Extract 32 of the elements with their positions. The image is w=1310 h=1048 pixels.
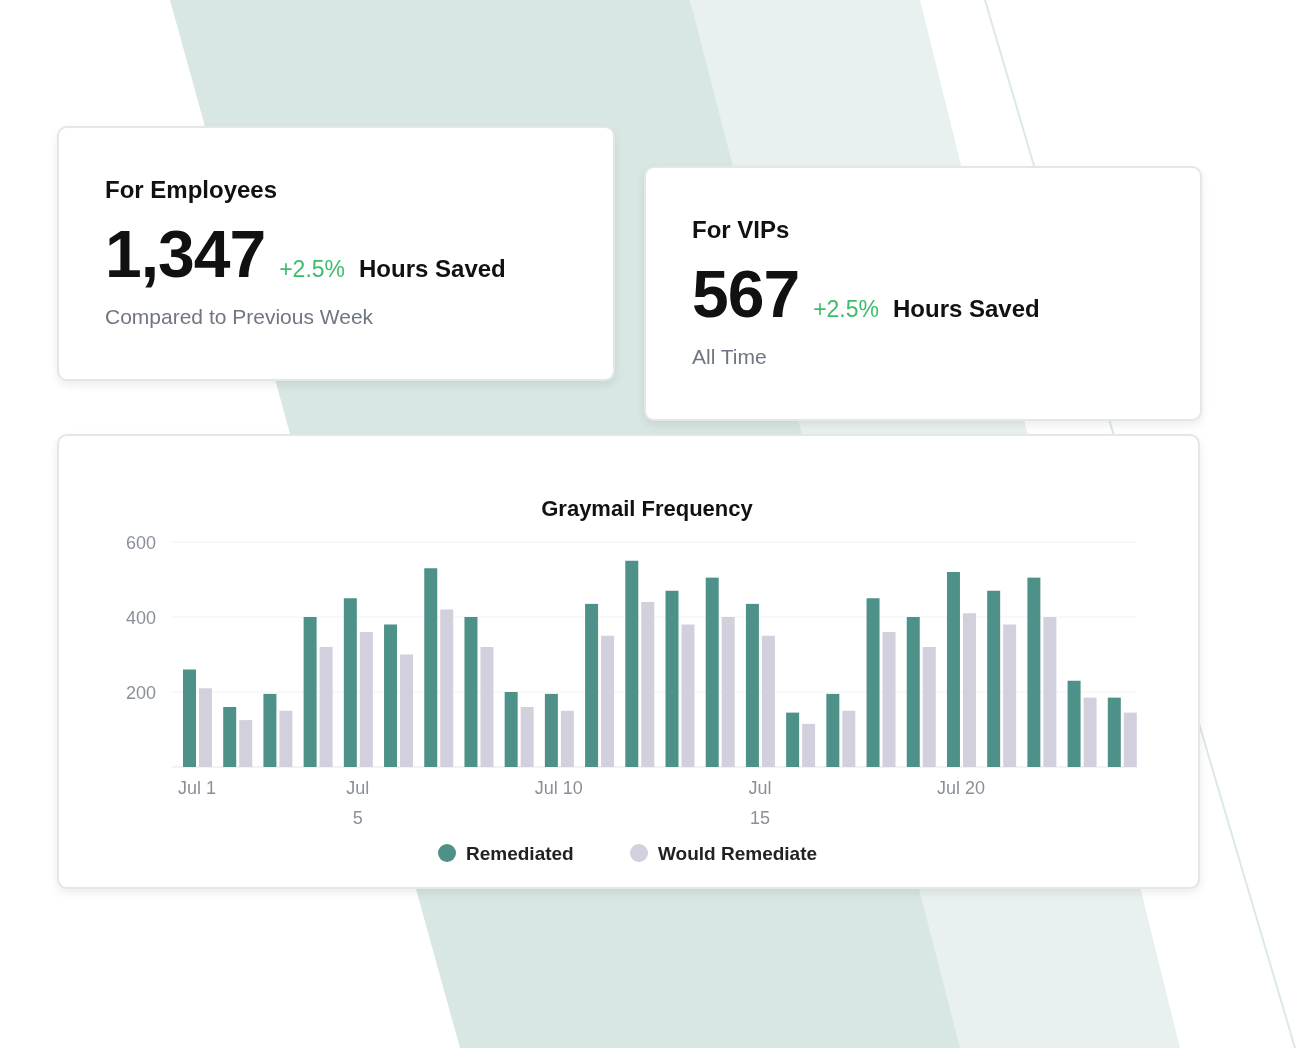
x-tick-label: Jul 1 <box>178 778 216 798</box>
unit-label: Hours Saved <box>893 293 1040 324</box>
bar <box>279 710 293 767</box>
bar <box>1107 697 1121 767</box>
card-title: For Employees <box>105 176 279 205</box>
y-tick-label: 600 <box>125 533 156 553</box>
stat-value: 1,347 <box>105 220 266 287</box>
bar <box>786 712 800 767</box>
card-title: For VIPs <box>692 216 791 245</box>
chart-title: Graymail Frequency <box>541 496 753 521</box>
change-percent: +2.5% <box>813 294 879 324</box>
legend-label: Remediated <box>466 843 574 864</box>
bar <box>560 710 574 767</box>
bar <box>802 723 816 767</box>
x-tick-label: Jul 10 <box>534 778 583 798</box>
unit-label: Hours Saved <box>359 253 506 284</box>
bar <box>223 707 237 767</box>
change-percent: +2.5% <box>279 254 346 284</box>
x-tick-label: Jul 20 <box>936 778 985 798</box>
legend-label: Would Remediate <box>658 843 818 864</box>
bar <box>239 720 253 767</box>
bar <box>842 710 856 767</box>
caption: All Time <box>692 343 768 370</box>
caption: Compared to Previous Week <box>105 303 375 330</box>
x-tick-label: Jul 15 <box>748 778 772 828</box>
y-tick-label: 400 <box>125 608 156 628</box>
stat-value: 567 <box>692 260 800 327</box>
bar <box>1123 712 1137 767</box>
bar <box>520 707 534 767</box>
y-tick-label: 200 <box>125 683 156 703</box>
x-tick-label: Jul 5 <box>346 778 370 828</box>
bar <box>1083 697 1097 767</box>
